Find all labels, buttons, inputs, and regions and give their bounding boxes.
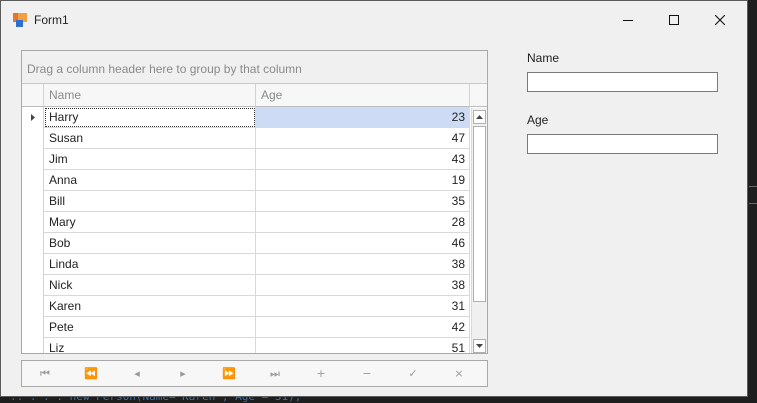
name-cell[interactable]: Nick [44,275,256,296]
append-button[interactable]: + [298,361,344,386]
plus-icon: + [316,367,326,380]
title-bar[interactable]: Form1 [1,1,747,39]
grid-rows: Harry 23 Susan 47 Jim 43 Anna 19 Bill 35 Mary 28 Bob… [22,107,470,353]
data-grid[interactable]: Drag a column header here to group by th… [21,50,488,354]
age-cell[interactable]: 28 [256,212,470,233]
age-cell[interactable]: 38 [256,275,470,296]
remove-button[interactable]: − [344,361,390,386]
age-cell[interactable]: 43 [256,149,470,170]
name-label: Name [527,51,560,65]
name-cell[interactable]: Pete [44,317,256,338]
name-cell[interactable]: Harry [44,107,256,128]
row-indicator[interactable] [22,254,44,275]
prev-page-icon: ⏪ [84,367,98,380]
scroll-up-button[interactable] [473,110,486,124]
last-icon: ⏭ [270,366,280,380]
column-header-age[interactable]: Age [256,84,470,107]
group-panel[interactable]: Drag a column header here to group by th… [22,51,487,84]
age-input[interactable] [527,134,718,154]
maximize-icon [669,15,679,25]
prev-record-button[interactable]: ◂ [114,361,160,386]
cancel-edit-button[interactable]: × [436,361,482,386]
indicator-header [22,84,44,107]
table-row[interactable]: Harry 23 [22,107,470,128]
minimize-button[interactable] [605,1,651,39]
age-cell[interactable]: 38 [256,254,470,275]
row-indicator[interactable] [22,233,44,254]
scroll-down-icon [476,344,483,348]
last-record-button[interactable]: ⏭ [252,361,298,386]
row-indicator[interactable] [22,191,44,212]
table-row[interactable]: Jim 43 [22,149,470,170]
table-row[interactable]: Pete 42 [22,317,470,338]
name-cell[interactable]: Liz [44,338,256,353]
name-cell[interactable]: Mary [44,212,256,233]
name-cell[interactable]: Susan [44,128,256,149]
maximize-button[interactable] [651,1,697,39]
window-title: Form1 [34,13,69,27]
age-cell[interactable]: 35 [256,191,470,212]
row-indicator[interactable] [22,275,44,296]
app-icon [13,13,27,27]
age-cell[interactable]: 23 [256,107,470,128]
table-row[interactable]: Karen 31 [22,296,470,317]
age-cell[interactable]: 47 [256,128,470,149]
name-cell[interactable]: Linda [44,254,256,275]
name-cell[interactable]: Karen [44,296,256,317]
background-edge-mark [749,203,757,204]
column-header-name[interactable]: Name [44,84,256,107]
table-row[interactable]: Susan 47 [22,128,470,149]
row-indicator-arrow-icon [30,114,35,121]
next-icon: ▸ [180,367,186,380]
end-edit-button[interactable]: ✓ [390,361,436,386]
row-indicator[interactable] [22,338,44,353]
age-cell[interactable]: 42 [256,317,470,338]
table-row[interactable]: Liz 51 [22,338,470,353]
close-icon [715,15,725,25]
row-indicator[interactable] [22,107,44,128]
age-cell[interactable]: 31 [256,296,470,317]
check-icon: ✓ [408,367,418,380]
table-row[interactable]: Linda 38 [22,254,470,275]
minimize-icon [623,20,633,21]
next-page-icon: ⏩ [222,367,236,380]
x-icon: × [454,367,464,380]
row-indicator[interactable] [22,296,44,317]
table-row[interactable]: Nick 38 [22,275,470,296]
first-record-button[interactable]: ⏮ [22,361,68,386]
row-indicator[interactable] [22,128,44,149]
first-icon: ⏮ [40,366,50,380]
scroll-down-button[interactable] [473,339,486,353]
data-navigator: ⏮ ⏪ ◂ ▸ ⏩ ⏭ + − ✓ × [21,360,488,387]
next-page-button[interactable]: ⏩ [206,361,252,386]
vertical-scrollbar[interactable] [471,108,487,353]
age-label: Age [527,113,549,127]
row-indicator[interactable] [22,212,44,233]
age-cell[interactable]: 19 [256,170,470,191]
prev-page-button[interactable]: ⏪ [68,361,114,386]
minus-icon: − [362,367,372,380]
name-input[interactable] [527,72,718,92]
name-cell[interactable]: Bob [44,233,256,254]
name-cell[interactable]: Jim [44,149,256,170]
table-row[interactable]: Bob 46 [22,233,470,254]
row-indicator[interactable] [22,317,44,338]
name-cell[interactable]: Anna [44,170,256,191]
form-window: Form1 Drag a column header here to group… [0,0,748,397]
scroll-up-icon [476,115,483,119]
prev-icon: ◂ [134,367,140,380]
row-indicator[interactable] [22,170,44,191]
name-cell[interactable]: Bill [44,191,256,212]
table-row[interactable]: Bill 35 [22,191,470,212]
header-corner [470,84,487,107]
background-edge-mark [749,186,757,187]
row-indicator[interactable] [22,149,44,170]
close-button[interactable] [697,1,743,39]
table-row[interactable]: Mary 28 [22,212,470,233]
table-row[interactable]: Anna 19 [22,170,470,191]
age-cell[interactable]: 46 [256,233,470,254]
next-record-button[interactable]: ▸ [160,361,206,386]
scroll-thumb[interactable] [473,126,486,302]
age-cell[interactable]: 51 [256,338,470,353]
